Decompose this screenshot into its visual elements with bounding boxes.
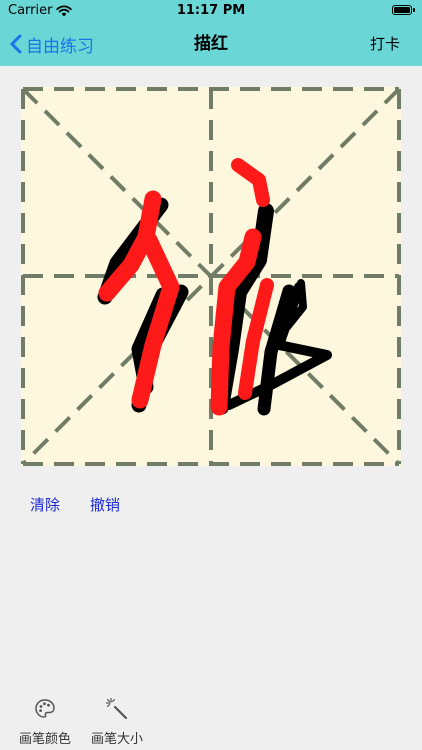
screen: Carrier 11:17 PM 自由练习 描红 打卡 清除 撤销 画笔颜色 画… (0, 0, 422, 750)
tracing-canvas[interactable] (21, 87, 401, 466)
page-title: 描红 (194, 34, 228, 54)
navigation-bar: 自由练习 描红 打卡 (0, 22, 422, 66)
pen-color-button[interactable]: 画笔颜色 (10, 697, 80, 747)
palette-icon (35, 699, 55, 718)
clear-button[interactable]: 清除 (30, 494, 60, 515)
status-time: 11:17 PM (176, 3, 246, 18)
magic-wand-icon (105, 697, 128, 720)
pen-color-label: 画笔颜色 (18, 732, 71, 747)
action-buttons: 清除 撤销 (30, 494, 120, 515)
checkin-button[interactable]: 打卡 (370, 22, 400, 66)
undo-button[interactable]: 撤销 (90, 494, 120, 515)
battery-icon (392, 5, 415, 15)
status-bar: Carrier 11:17 PM (0, 0, 422, 22)
pen-size-label: 画笔大小 (90, 732, 143, 747)
pen-size-button[interactable]: 画笔大小 (82, 697, 152, 747)
